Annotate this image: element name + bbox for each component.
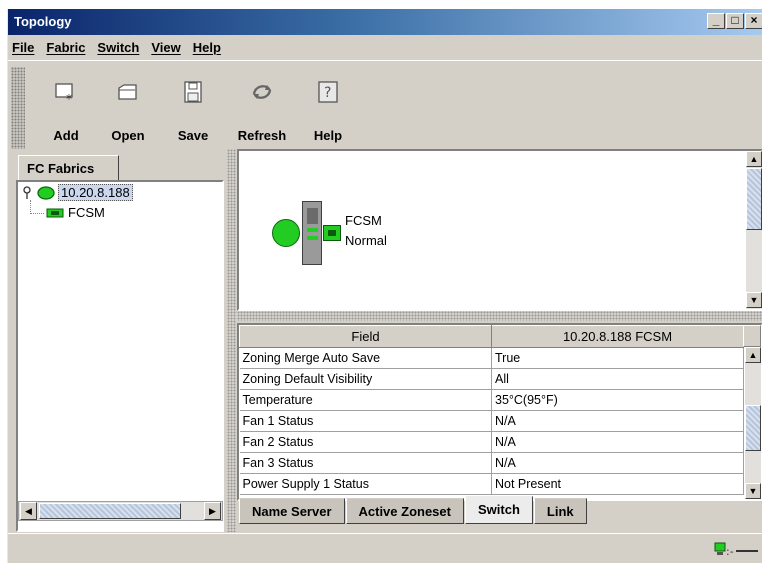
menu-help[interactable]: Help <box>193 40 221 55</box>
save-label: Save <box>177 128 209 143</box>
svg-text:?: ? <box>324 85 331 101</box>
pin-icon <box>22 185 32 200</box>
switch-status-label: Normal <box>345 233 387 248</box>
window-title: Topology <box>14 14 72 29</box>
add-label: Add <box>53 128 79 143</box>
table-row[interactable]: Zoning Default Visibility All <box>239 368 744 390</box>
field-cell: Fan 2 Status <box>239 431 492 453</box>
scroll-right-icon[interactable]: ▶ <box>204 502 221 520</box>
canvas-scroll-thumb[interactable] <box>746 168 762 230</box>
tab-link[interactable]: Link <box>533 498 587 524</box>
switch-chassis-icon[interactable] <box>302 201 322 265</box>
table-row[interactable]: Fan 2 Status N/A <box>239 431 744 453</box>
field-cell: Fan 3 Status <box>239 452 492 474</box>
horizontal-split-divider[interactable] <box>237 311 762 321</box>
minimize-button[interactable]: _ <box>707 13 725 29</box>
save-button[interactable]: Save <box>173 71 213 147</box>
tab-active-zoneset[interactable]: Active Zoneset <box>345 498 464 524</box>
switch-label: FCSM <box>68 205 105 220</box>
table-row[interactable]: Temperature 35°C(95°F) <box>239 389 744 411</box>
floppy-disk-icon <box>180 79 206 105</box>
table-row[interactable]: Fan 1 Status N/A <box>239 410 744 432</box>
table-scroll-thumb[interactable] <box>745 405 761 451</box>
field-cell: Fan 1 Status <box>239 410 492 432</box>
window-controls: _ □ × <box>706 13 762 29</box>
add-button[interactable]: * Add <box>46 71 86 147</box>
scroll-left-icon[interactable]: ◀ <box>20 502 37 520</box>
menu-view[interactable]: View <box>151 40 180 55</box>
menu-fabric[interactable]: Fabric <box>46 40 85 55</box>
fabric-node-icon <box>36 185 56 200</box>
close-button[interactable]: × <box>745 13 762 29</box>
value-cell: Not Present <box>491 473 744 495</box>
help-button[interactable]: ? Help <box>308 71 348 147</box>
switch-name-label: FCSM <box>345 213 382 228</box>
detail-tabs: Name Server Active Zoneset Switch Link <box>239 496 588 524</box>
switch-port-icon <box>323 225 341 241</box>
status-bar: :- <box>8 533 762 563</box>
table-row[interactable]: Fan 3 Status N/A <box>239 452 744 474</box>
value-cell: N/A <box>491 410 744 432</box>
value-cell: True <box>491 347 744 369</box>
svg-text::-: :- <box>726 545 734 558</box>
tree-connector <box>30 200 44 214</box>
field-cell: Temperature <box>239 389 492 411</box>
value-cell: N/A <box>491 431 744 453</box>
network-connection-icon: :- <box>714 541 758 559</box>
menu-bar: File Fabric Switch View Help <box>8 36 762 58</box>
refresh-icon <box>249 79 275 105</box>
column-header-field[interactable]: Field <box>239 325 492 348</box>
properties-table: Field 10.20.8.188 FCSM Zoning Merge Auto… <box>237 323 762 501</box>
vertical-split-divider[interactable] <box>227 149 236 532</box>
table-row[interactable]: Power Supply 1 Status Not Present <box>239 473 744 495</box>
topology-window: Topology _ □ × File Fabric Switch View H… <box>7 9 762 563</box>
scroll-down-icon[interactable]: ▼ <box>746 292 762 308</box>
menu-file[interactable]: File <box>12 40 34 55</box>
toolbar: * Add Open Save Refresh ? Help <box>8 60 762 152</box>
add-icon: * <box>53 79 79 105</box>
title-bar[interactable]: Topology _ □ × <box>8 9 762 35</box>
table-row[interactable]: Zoning Merge Auto Save True <box>239 347 744 369</box>
help-icon: ? <box>315 79 341 105</box>
table-scroll-down-icon[interactable]: ▼ <box>745 483 761 499</box>
open-label: Open <box>111 128 145 143</box>
table-vertical-scrollbar[interactable]: ▲ ▼ <box>745 347 761 499</box>
field-cell: Zoning Merge Auto Save <box>239 347 492 369</box>
refresh-label: Refresh <box>237 128 287 143</box>
open-button[interactable]: Open <box>106 71 150 147</box>
tab-switch[interactable]: Switch <box>464 496 533 524</box>
tree-horizontal-scrollbar[interactable]: ◀ ▶ <box>18 501 223 521</box>
scroll-up-icon[interactable]: ▲ <box>746 151 762 167</box>
field-cell: Power Supply 1 Status <box>239 473 492 495</box>
refresh-button[interactable]: Refresh <box>232 71 292 147</box>
column-header-switch[interactable]: 10.20.8.188 FCSM <box>491 325 744 348</box>
tree-node-switch[interactable]: FCSM <box>46 205 105 220</box>
header-corner <box>743 325 761 347</box>
fabric-node[interactable] <box>272 219 300 247</box>
topology-canvas[interactable]: FCSM Normal ▲ ▼ <box>237 149 762 311</box>
svg-text:*: * <box>66 92 72 104</box>
tab-fc-fabrics[interactable]: FC Fabrics <box>18 155 119 181</box>
tab-name-server[interactable]: Name Server <box>239 498 345 524</box>
field-cell: Zoning Default Visibility <box>239 368 492 390</box>
value-cell: 35°C(95°F) <box>491 389 744 411</box>
value-cell: All <box>491 368 744 390</box>
value-cell: N/A <box>491 452 744 474</box>
toolbar-grip[interactable] <box>11 67 25 149</box>
table-scroll-up-icon[interactable]: ▲ <box>745 347 761 363</box>
help-label: Help <box>313 128 343 143</box>
fabric-label: 10.20.8.188 <box>58 184 133 201</box>
maximize-button[interactable]: □ <box>726 13 744 29</box>
tree-node-fabric[interactable]: 10.20.8.188 <box>22 184 133 201</box>
open-folder-icon <box>115 79 141 105</box>
canvas-vertical-scrollbar[interactable]: ▲ ▼ <box>746 151 762 309</box>
fabric-tree: 10.20.8.188 FCSM <box>16 180 224 532</box>
switch-icon <box>46 207 64 219</box>
tree-scroll-thumb[interactable] <box>39 503 181 519</box>
menu-switch[interactable]: Switch <box>97 40 139 55</box>
